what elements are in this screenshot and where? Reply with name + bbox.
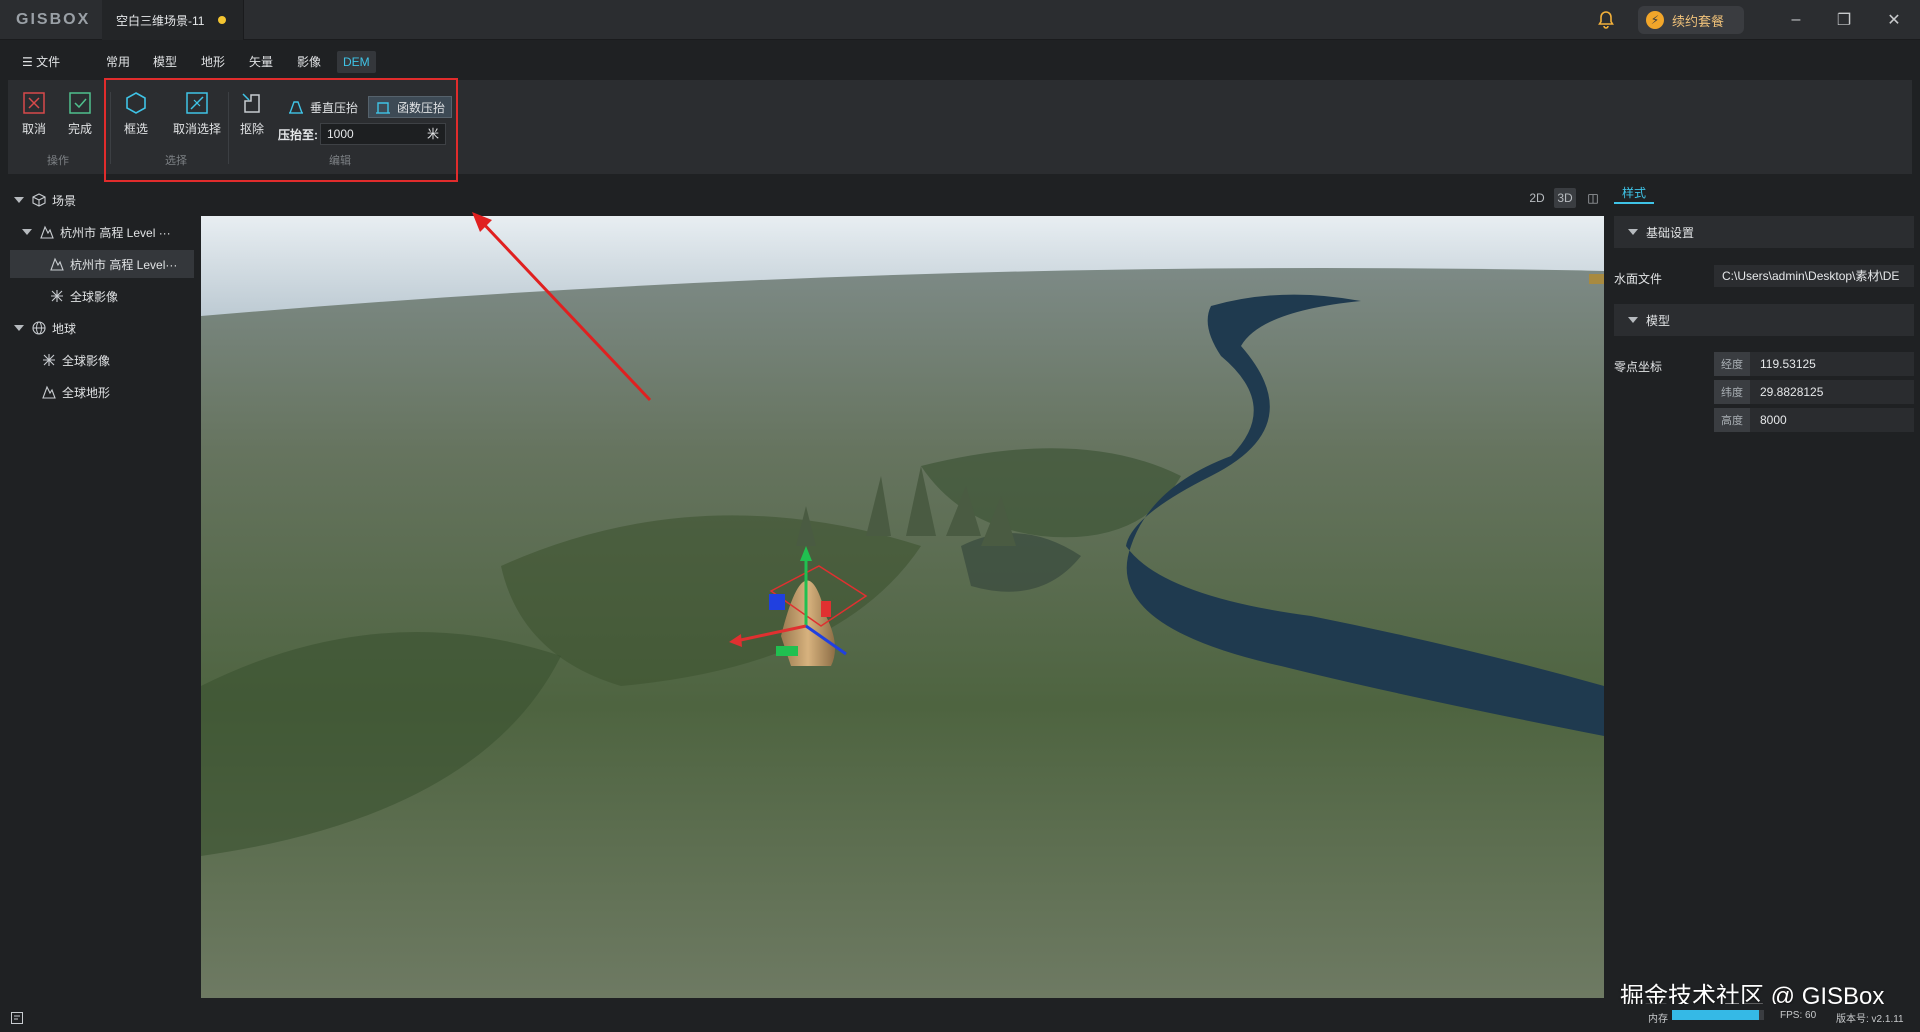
expand-arrow-icon [22,229,32,235]
menu-file[interactable]: ☰ 文件 [16,51,66,73]
tree-node-earth-terrain[interactable]: 全球地形 [42,378,110,406]
memory-label: 内存 [1648,1014,1668,1025]
renew-plan-button[interactable]: ⚡ 续约套餐 [1638,6,1744,34]
annotation-arrow [472,212,652,402]
3d-viewport[interactable] [201,216,1604,998]
expand-arrow-icon [14,325,24,331]
menu-dem[interactable]: DEM [337,51,376,73]
cancel-button[interactable]: 取消 [14,92,54,137]
collapse-arrow-icon [1628,229,1638,235]
imagery-layer-icon [51,290,63,302]
tree-node-level-item[interactable]: 杭州市 高程 Level··· [10,250,194,278]
cancel-icon [23,92,45,114]
renew-plan-label: 续约套餐 [1672,13,1725,29]
altitude-field[interactable]: 高度 8000 [1714,408,1914,432]
longitude-field[interactable]: 经度 119.53125 [1714,352,1914,376]
properties-panel: 样式 基础设置 水面文件 C:\Users\admin\Desktop\素材\D… [1610,180,1914,1000]
expand-arrow-icon [14,197,24,203]
app-logo: GISBOX [16,11,91,28]
globe-icon [32,321,46,335]
log-icon[interactable] [10,1011,24,1025]
bell-icon[interactable] [1596,10,1616,30]
lightning-icon: ⚡ [1646,11,1664,29]
tab-style[interactable]: 样式 [1614,184,1655,204]
memory-bar-fill [1672,1010,1760,1020]
origin-coord-label: 零点坐标 [1614,360,1663,374]
fps-readout: FPS: 60 [1780,1010,1817,1021]
minimize-icon[interactable]: – [1784,8,1808,32]
menu-model[interactable]: 模型 [147,51,183,73]
tree-node-global-image[interactable]: 全球影像 [50,282,118,310]
model-section[interactable]: 模型 [1614,304,1914,336]
restore-icon[interactable]: ❐ [1832,8,1856,32]
menu-vector[interactable]: 矢量 [243,51,279,73]
group-label-operate: 操作 [47,155,69,167]
done-button[interactable]: 完成 [60,92,100,137]
document-tab[interactable]: 空白三维场景-11 [102,0,244,40]
tree-node-earth-image[interactable]: 全球影像 [42,346,110,374]
status-bar [0,1004,1920,1032]
terrain-layer-icon [40,225,54,239]
terrain-layer-icon [50,257,64,271]
terrain-scene [201,216,1604,998]
view-2d-button[interactable]: 2D [1526,188,1548,208]
view-mode-toggles: 2D 3D ◫ [1526,188,1604,208]
done-icon [69,92,91,114]
scene-tree: 场景 杭州市 高程 Level ··· 杭州市 高程 Level··· 全球影像… [0,186,196,986]
terrain-layer-icon [42,385,56,399]
menu-terrain[interactable]: 地形 [195,51,231,73]
basic-settings-section[interactable]: 基础设置 [1614,216,1914,248]
tree-node-level-group[interactable]: 杭州市 高程 Level ··· [22,218,171,246]
highlight-annotation-box [104,78,458,182]
memory-bar [1672,1010,1764,1020]
cube-icon [32,193,46,207]
split-view-icon[interactable]: ◫ [1582,188,1604,208]
water-file-field[interactable]: C:\Users\admin\Desktop\素材\DE [1714,265,1914,287]
version-readout: 版本号: v2.1.11 [1836,1014,1904,1025]
hamburger-icon: ☰ [22,55,37,69]
unsaved-dot-icon [218,16,227,24]
close-icon[interactable]: ✕ [1882,8,1906,32]
collapse-arrow-icon [1628,317,1638,323]
tree-node-earth[interactable]: 地球 [14,314,76,342]
latitude-field[interactable]: 纬度 29.8828125 [1714,380,1914,404]
menu-common[interactable]: 常用 [100,51,136,73]
title-bar: GISBOX 空白三维场景-11 ⚡ 续约套餐 – ❐ ✕ [0,0,1920,40]
water-file-label: 水面文件 [1614,272,1663,286]
tree-node-scene[interactable]: 场景 [14,186,76,214]
imagery-layer-icon [43,354,55,366]
menu-imagery[interactable]: 影像 [291,51,327,73]
menu-bar: ☰ 文件 常用 模型 地形 矢量 影像 DEM [0,48,1920,74]
view-3d-button[interactable]: 3D [1554,188,1576,208]
document-tab-title: 空白三维场景-11 [116,13,205,28]
